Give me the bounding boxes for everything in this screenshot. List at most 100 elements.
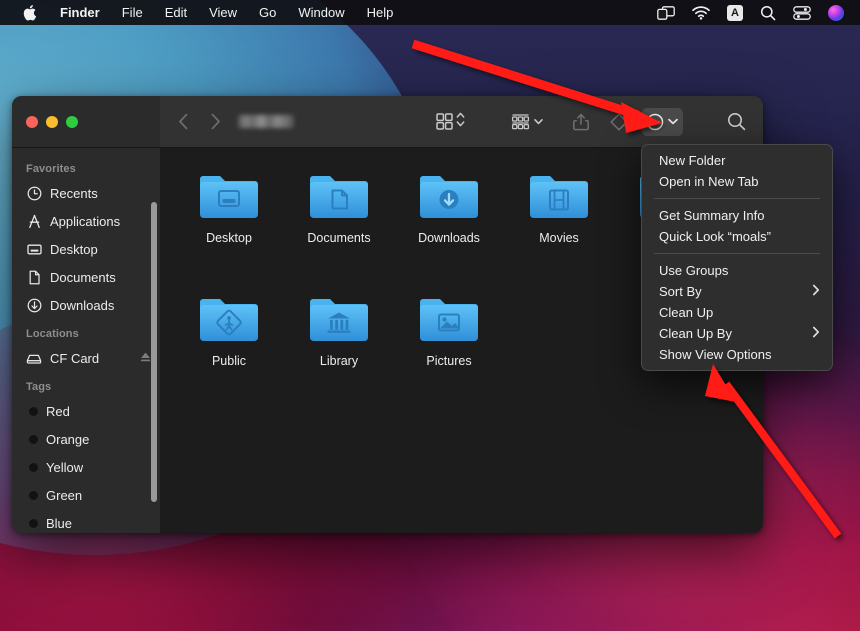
view-controls [432, 108, 469, 136]
menu-item-label: Get Summary Info [659, 208, 765, 223]
desktop-icon [26, 242, 42, 257]
chevron-down-icon [667, 113, 679, 131]
menu-file[interactable]: File [111, 0, 154, 25]
screen-mirroring-icon[interactable] [657, 5, 675, 20]
menu-item-sort-by[interactable]: Sort By [642, 281, 832, 302]
file-label: Pictures [426, 354, 472, 368]
folder-public-icon [197, 293, 261, 345]
menu-item-use-groups[interactable]: Use Groups [642, 260, 832, 281]
menu-item-label: Show View Options [659, 347, 772, 362]
download-circle-icon [26, 298, 42, 313]
menu-item-new-folder[interactable]: New Folder [642, 150, 832, 171]
folder-desktop-icon [197, 170, 261, 222]
file-label: Movies [539, 231, 579, 245]
external-drive-icon [26, 351, 42, 366]
minimize-button[interactable] [46, 115, 58, 128]
menu-item-open-in-new-tab[interactable]: Open in New Tab [642, 171, 832, 192]
sidebar-label: Downloads [50, 297, 115, 313]
titlebar-sidebar-zone [12, 96, 160, 147]
sidebar-item-applications[interactable]: Applications [12, 207, 160, 235]
apple-logo-icon [23, 4, 37, 21]
sidebar-item-tag-green[interactable]: Green [12, 481, 160, 509]
file-item-pictures[interactable]: Pictures [394, 289, 504, 368]
file-label: Public [211, 354, 247, 368]
sidebar-label: Blue [46, 515, 73, 531]
sidebar-heading-favorites: Favorites [26, 163, 76, 175]
chevron-right-icon [812, 326, 820, 341]
siri-icon[interactable] [828, 4, 844, 21]
icon-view-button[interactable] [432, 108, 469, 136]
group-by-button[interactable] [507, 108, 548, 136]
menu-view[interactable]: View [198, 0, 248, 25]
file-label: Documents [307, 231, 371, 245]
window-titlebar [12, 96, 763, 148]
menu-go[interactable]: Go [248, 0, 287, 25]
file-item-downloads[interactable]: Downloads [394, 166, 504, 245]
menu-item-quick-look[interactable]: Quick Look “moals” [642, 226, 832, 247]
file-item-documents[interactable]: Documents [284, 166, 394, 245]
menu-item-label: Clean Up By [659, 326, 732, 341]
menu-finder[interactable]: Finder [51, 0, 111, 25]
tag-dot-icon [29, 406, 38, 416]
window-title-redacted [238, 115, 294, 128]
sidebar-item-desktop[interactable]: Desktop [12, 235, 160, 263]
menu-edit[interactable]: Edit [154, 0, 198, 25]
context-menu: New Folder Open in New Tab Get Summary I… [641, 144, 833, 371]
forward-button[interactable] [202, 109, 228, 135]
sidebar-item-tag-yellow[interactable]: Yellow [12, 453, 160, 481]
folder-downloads-icon [417, 170, 481, 222]
file-item-desktop[interactable]: Desktop [174, 166, 284, 245]
menu-bar-status-icons: A [657, 4, 850, 21]
menu-item-label: Clean Up [659, 305, 714, 320]
chevron-up-down-icon [456, 111, 465, 133]
folder-documents-icon [307, 170, 371, 222]
sidebar-item-documents[interactable]: Documents [12, 263, 160, 291]
menu-help[interactable]: Help [356, 0, 405, 25]
file-item-public[interactable]: Public [174, 289, 284, 368]
sidebar-label: Applications [50, 213, 121, 229]
applications-icon [26, 214, 42, 229]
sidebar: Favorites Recents Applications Desktop D… [12, 148, 160, 533]
sidebar-item-downloads[interactable]: Downloads [12, 291, 160, 319]
tag-dot-icon [29, 434, 38, 444]
menu-bar: Finder File Edit View Go Window Help A [0, 0, 860, 25]
search-button[interactable] [721, 108, 751, 136]
control-center-icon[interactable] [793, 5, 811, 20]
tag-button[interactable] [604, 108, 634, 136]
menu-item-clean-up[interactable]: Clean Up [642, 302, 832, 323]
menu-item-clean-up-by[interactable]: Clean Up By [642, 323, 832, 344]
menu-separator [654, 198, 820, 199]
sidebar-item-cf-card[interactable]: CF Card [12, 344, 160, 372]
spotlight-search-icon[interactable] [760, 5, 776, 21]
sidebar-item-recents[interactable]: Recents [12, 179, 160, 207]
sidebar-scrollbar[interactable] [151, 202, 157, 502]
file-label: Library [319, 354, 359, 368]
sidebar-item-tag-blue[interactable]: Blue [12, 509, 160, 533]
wifi-icon[interactable] [692, 5, 710, 20]
tag-dot-icon [29, 490, 38, 500]
close-button[interactable] [26, 115, 38, 128]
menu-item-show-view-options[interactable]: Show View Options [642, 344, 832, 365]
sidebar-label: Green [46, 487, 83, 503]
apple-menu[interactable] [12, 4, 51, 21]
menu-window[interactable]: Window [287, 0, 355, 25]
input-source-icon[interactable]: A [727, 4, 743, 21]
eject-icon[interactable] [140, 351, 151, 366]
sidebar-item-tag-orange[interactable]: Orange [12, 425, 160, 453]
zoom-button[interactable] [66, 115, 78, 128]
sidebar-label: Yellow [46, 459, 84, 475]
menu-item-label: Use Groups [659, 263, 729, 278]
menu-item-get-summary-info[interactable]: Get Summary Info [642, 205, 832, 226]
file-item-library[interactable]: Library [284, 289, 394, 368]
file-item-movies[interactable]: Movies [504, 166, 614, 245]
folder-library-icon [307, 293, 371, 345]
more-actions-button[interactable] [642, 107, 683, 136]
menu-item-label: Sort By [659, 284, 702, 299]
group-controls [507, 108, 548, 136]
share-button[interactable] [566, 108, 596, 136]
clock-icon [26, 186, 42, 201]
back-button[interactable] [170, 109, 196, 135]
sidebar-item-tag-red[interactable]: Red [12, 397, 160, 425]
folder-movies-icon [527, 170, 591, 222]
menu-separator [654, 253, 820, 254]
